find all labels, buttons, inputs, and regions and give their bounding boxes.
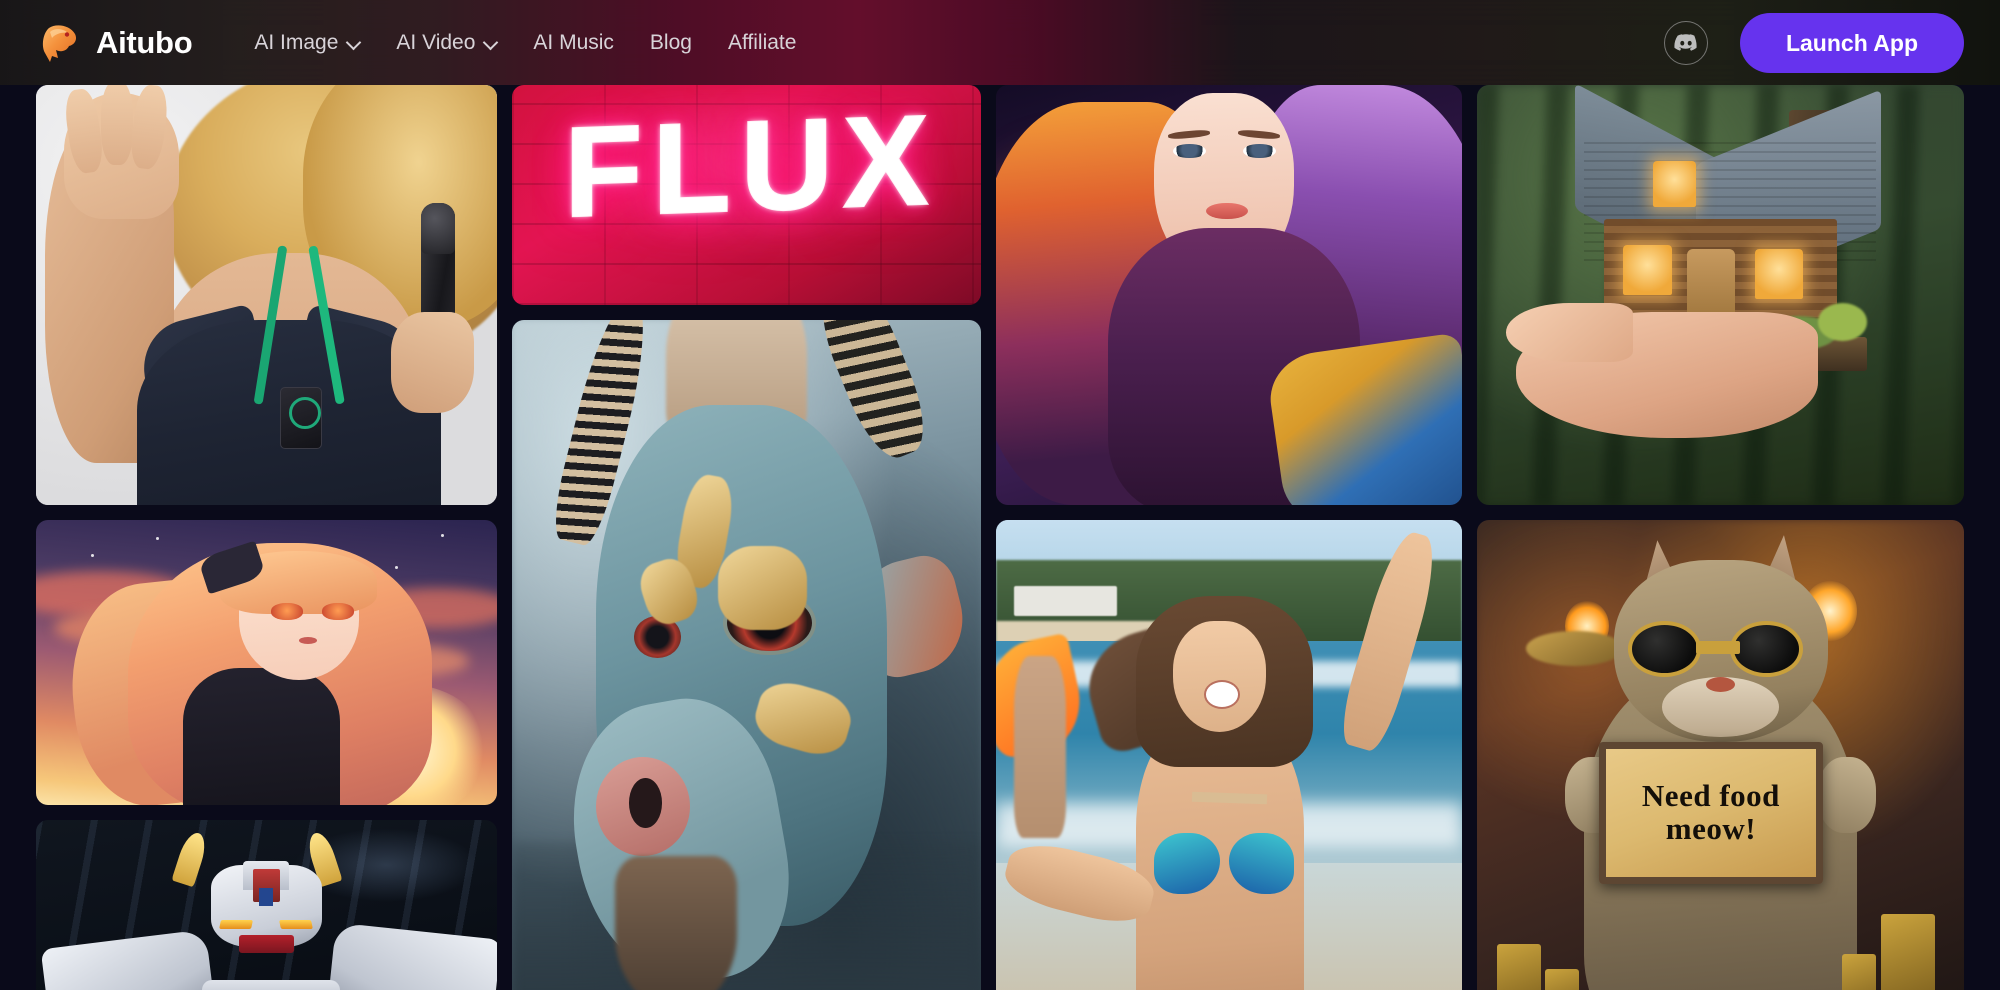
anime-girl-sunset-art bbox=[36, 520, 497, 805]
discord-icon[interactable] bbox=[1663, 20, 1708, 65]
gallery-column-1 bbox=[36, 85, 497, 990]
gallery-tile-miniature-cabin[interactable] bbox=[1477, 85, 1964, 505]
page-root: FLUX Need food meow! Aitubo AI Image AI … bbox=[0, 0, 2000, 990]
nav-item-affiliate[interactable]: Affiliate bbox=[728, 31, 797, 55]
beach-woman-art bbox=[995, 520, 1463, 990]
steampunk-cat-art: Need food meow! bbox=[1477, 520, 1964, 990]
fantasy-portrait-art bbox=[995, 85, 1463, 505]
gallery-column-3 bbox=[995, 85, 1463, 990]
miniature-cabin-art bbox=[1477, 85, 1964, 505]
gallery-column-2: FLUX bbox=[511, 85, 981, 990]
chevron-down-icon bbox=[484, 36, 497, 49]
flux-neon-sign-art: FLUX bbox=[511, 85, 981, 305]
gallery-column-4: Need food meow! bbox=[1477, 85, 1964, 990]
ornate-creature-art bbox=[511, 320, 981, 990]
gallery-tile-flux-neon-sign[interactable]: FLUX bbox=[511, 85, 981, 305]
nav-item-blog[interactable]: Blog bbox=[650, 31, 692, 55]
cat-sign-line2: meow! bbox=[1665, 810, 1757, 846]
gallery-tile-beach-woman[interactable] bbox=[995, 520, 1463, 990]
gallery-tile-steampunk-cat[interactable]: Need food meow! bbox=[1477, 520, 1964, 990]
gundam-robot-art bbox=[36, 820, 497, 990]
gallery-tile-gundam-robot[interactable] bbox=[36, 820, 497, 990]
nav-item-ai-music[interactable]: AI Music bbox=[533, 31, 614, 55]
woman-microphone-photo-art bbox=[36, 85, 497, 505]
nav-item-ai-video-label: AI Video bbox=[396, 30, 476, 54]
nav-item-ai-image-label: AI Image bbox=[254, 30, 339, 54]
flux-sign-text: FLUX bbox=[563, 87, 939, 245]
cat-sign-line1: Need food bbox=[1641, 778, 1780, 814]
gallery-tile-fantasy-portrait[interactable] bbox=[995, 85, 1463, 505]
brand-name: Aitubo bbox=[96, 24, 193, 60]
gallery-tile-ornate-creature[interactable] bbox=[511, 320, 981, 990]
nav-item-ai-image[interactable]: AI Image bbox=[254, 31, 360, 55]
image-gallery: FLUX Need food meow! bbox=[36, 85, 1964, 990]
header-actions: Launch App bbox=[1663, 12, 1964, 73]
gallery-tile-woman-microphone-photo[interactable] bbox=[36, 85, 497, 505]
launch-app-button[interactable]: Launch App bbox=[1739, 12, 1964, 73]
brand[interactable]: Aitubo bbox=[36, 20, 193, 66]
nav-item-blog-label: Blog bbox=[649, 30, 692, 54]
gallery-tile-anime-girl-sunset[interactable] bbox=[36, 520, 497, 805]
nav-item-ai-music-label: AI Music bbox=[533, 30, 614, 54]
chevron-down-icon bbox=[347, 36, 360, 49]
nav-item-ai-video[interactable]: AI Video bbox=[396, 31, 497, 55]
main-nav: AI Image AI Video AI Music Blog Affiliat… bbox=[254, 31, 796, 55]
top-navigation-bar: Aitubo AI Image AI Video AI Music Blog A… bbox=[0, 0, 2000, 85]
nav-item-affiliate-label: Affiliate bbox=[727, 30, 797, 54]
otter-logo-icon bbox=[36, 20, 82, 66]
cat-sign: Need food meow! bbox=[1598, 742, 1823, 884]
